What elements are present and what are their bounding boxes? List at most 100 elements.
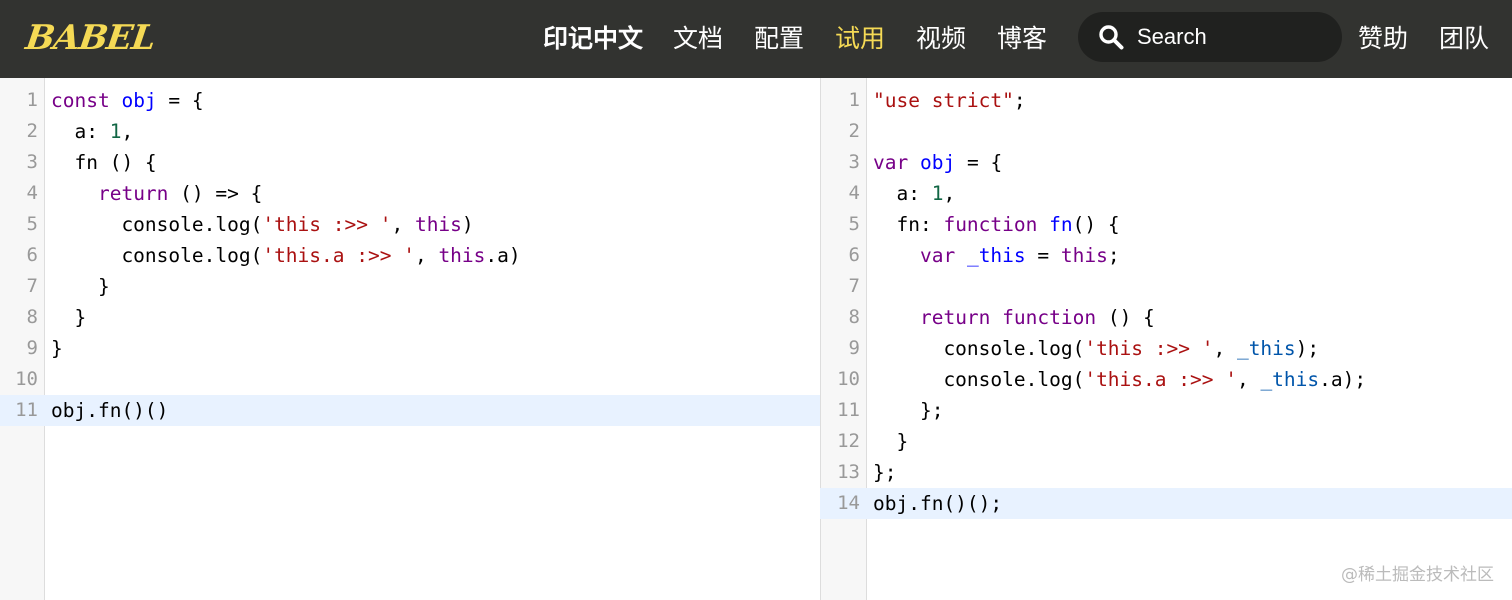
code-line[interactable]: 12 } bbox=[820, 426, 1512, 457]
code-token: obj.fn()() bbox=[51, 399, 169, 422]
code-token: .a); bbox=[1319, 368, 1367, 391]
code-line[interactable]: 5 fn: function fn() { bbox=[820, 209, 1512, 240]
code-token: , bbox=[391, 213, 415, 236]
code-line[interactable]: 9} bbox=[0, 333, 820, 364]
nav-item-sponsor[interactable]: 赞助 bbox=[1358, 0, 1408, 78]
code-line[interactable]: 10 console.log('this.a :>> ', _this.a); bbox=[820, 364, 1512, 395]
nav-item-docs[interactable]: 文档 bbox=[673, 0, 723, 78]
nav-item-config[interactable]: 配置 bbox=[754, 0, 804, 78]
input-code-editor[interactable]: 1 const obj = {2 a: 1, 3 fn () {4 return (… bbox=[0, 78, 820, 600]
nav-item-videos[interactable]: 视频 bbox=[916, 0, 966, 78]
code-token: ; bbox=[1107, 244, 1120, 267]
code-token: () { bbox=[1096, 306, 1155, 329]
line-number: 1 bbox=[848, 89, 860, 111]
code-line[interactable]: 14 obj.fn()(); bbox=[820, 488, 1512, 519]
code-line[interactable]: 11 }; bbox=[820, 395, 1512, 426]
code-line[interactable]: 3 var obj = { bbox=[820, 147, 1512, 178]
search-icon bbox=[1099, 25, 1124, 50]
nav-item-team[interactable]: 团队 bbox=[1439, 0, 1489, 78]
search-box[interactable] bbox=[1078, 12, 1342, 62]
code-token: _this bbox=[966, 244, 1026, 267]
code-token: _this bbox=[1236, 337, 1296, 360]
code-text: } bbox=[51, 333, 63, 364]
code-text: }; bbox=[873, 457, 896, 488]
code-line[interactable]: 2 a: 1, bbox=[0, 116, 820, 147]
code-text: "use strict"; bbox=[873, 85, 1026, 116]
line-number: 11 bbox=[837, 399, 860, 421]
line-number: 6 bbox=[26, 244, 38, 266]
code-text: var _this = this; bbox=[873, 240, 1120, 271]
code-token: var bbox=[919, 244, 956, 267]
watermark: @稀土掘金技术社区 bbox=[1341, 565, 1494, 585]
code-line[interactable]: 5 console.log('this :>> ', this) bbox=[0, 209, 820, 240]
code-token: return bbox=[97, 182, 169, 205]
code-line[interactable]: 7 } bbox=[0, 271, 820, 302]
code-token: obj.fn()(); bbox=[873, 492, 1003, 515]
code-line[interactable]: 8 return function () { bbox=[820, 302, 1512, 333]
code-line[interactable]: 2 bbox=[820, 116, 1512, 147]
code-token: "use strict" bbox=[873, 89, 1014, 112]
code-line[interactable]: 9 console.log('this :>> ', _this); bbox=[820, 333, 1512, 364]
line-number: 6 bbox=[848, 244, 860, 266]
code-line[interactable]: 4 a: 1, bbox=[820, 178, 1512, 209]
line-number: 14 bbox=[837, 492, 860, 514]
code-token: a: bbox=[51, 120, 110, 143]
code-text: console.log('this :>> ', _this); bbox=[873, 333, 1319, 364]
line-number: 11 bbox=[15, 399, 38, 421]
nav-item-blog[interactable]: 博客 bbox=[997, 0, 1047, 78]
code-token: console.log( bbox=[51, 213, 263, 236]
code-line[interactable]: 1 const obj = { bbox=[0, 85, 820, 116]
code-token: , bbox=[121, 120, 134, 143]
line-number: 2 bbox=[848, 120, 860, 142]
code-text: }; bbox=[873, 395, 944, 426]
code-text: obj.fn()(); bbox=[873, 488, 1002, 519]
code-line[interactable]: 11 obj.fn()() bbox=[0, 395, 820, 426]
code-line[interactable]: 6 console.log('this.a :>> ', this.a) bbox=[0, 240, 820, 271]
code-token: var bbox=[873, 151, 909, 174]
top-nav-bar: BABEL 印记中文 文档 配置 试用 视频 博客 赞助 团队 bbox=[0, 0, 1512, 78]
code-token: }; bbox=[873, 461, 897, 484]
code-line[interactable]: 3 fn () { bbox=[0, 147, 820, 178]
line-number: 8 bbox=[848, 306, 860, 328]
code-token: console.log( bbox=[51, 244, 263, 267]
code-token: 'this :>> ' bbox=[1084, 337, 1214, 360]
line-number: 9 bbox=[26, 337, 38, 359]
code-token: obj bbox=[919, 151, 956, 174]
code-token: this bbox=[438, 244, 486, 267]
code-line[interactable]: 8 } bbox=[0, 302, 820, 333]
code-token: fn bbox=[1049, 213, 1073, 236]
code-text: } bbox=[51, 302, 86, 333]
nav-item-try[interactable]: 试用 bbox=[835, 0, 885, 78]
line-number: 3 bbox=[848, 151, 860, 173]
code-token: 'this.a :>> ' bbox=[1084, 368, 1237, 391]
code-line[interactable]: 6 var _this = this; bbox=[820, 240, 1512, 271]
code-token: ; bbox=[1013, 89, 1026, 112]
search-input[interactable] bbox=[1137, 12, 1327, 62]
code-token: , bbox=[414, 244, 439, 267]
code-text: return function () { bbox=[873, 302, 1155, 333]
code-text: console.log('this :>> ', this) bbox=[51, 209, 473, 240]
nav-item-lang[interactable]: 印记中文 bbox=[543, 0, 643, 78]
babel-logo[interactable]: BABEL bbox=[23, 18, 157, 58]
code-line[interactable]: 7 bbox=[820, 271, 1512, 302]
code-line[interactable]: 4 return () => { bbox=[0, 178, 820, 209]
output-code-editor[interactable]: 1 "use strict"; 2 3 var obj = {4 a: 1, 5 fn: … bbox=[820, 78, 1512, 600]
code-text: var obj = { bbox=[873, 147, 1002, 178]
code-text: } bbox=[873, 426, 908, 457]
code-text: return () => { bbox=[51, 178, 262, 209]
code-token: () { bbox=[1072, 213, 1120, 236]
code-token: } bbox=[51, 337, 63, 360]
code-line[interactable]: 13}; bbox=[820, 457, 1512, 488]
line-number: 4 bbox=[26, 182, 38, 204]
code-line[interactable]: 10 bbox=[0, 364, 820, 395]
code-token: = { bbox=[955, 151, 1003, 174]
code-line[interactable]: 1 "use strict"; bbox=[820, 85, 1512, 116]
code-token: }; bbox=[873, 399, 944, 422]
line-number: 5 bbox=[848, 213, 860, 235]
code-token: } bbox=[51, 275, 110, 298]
